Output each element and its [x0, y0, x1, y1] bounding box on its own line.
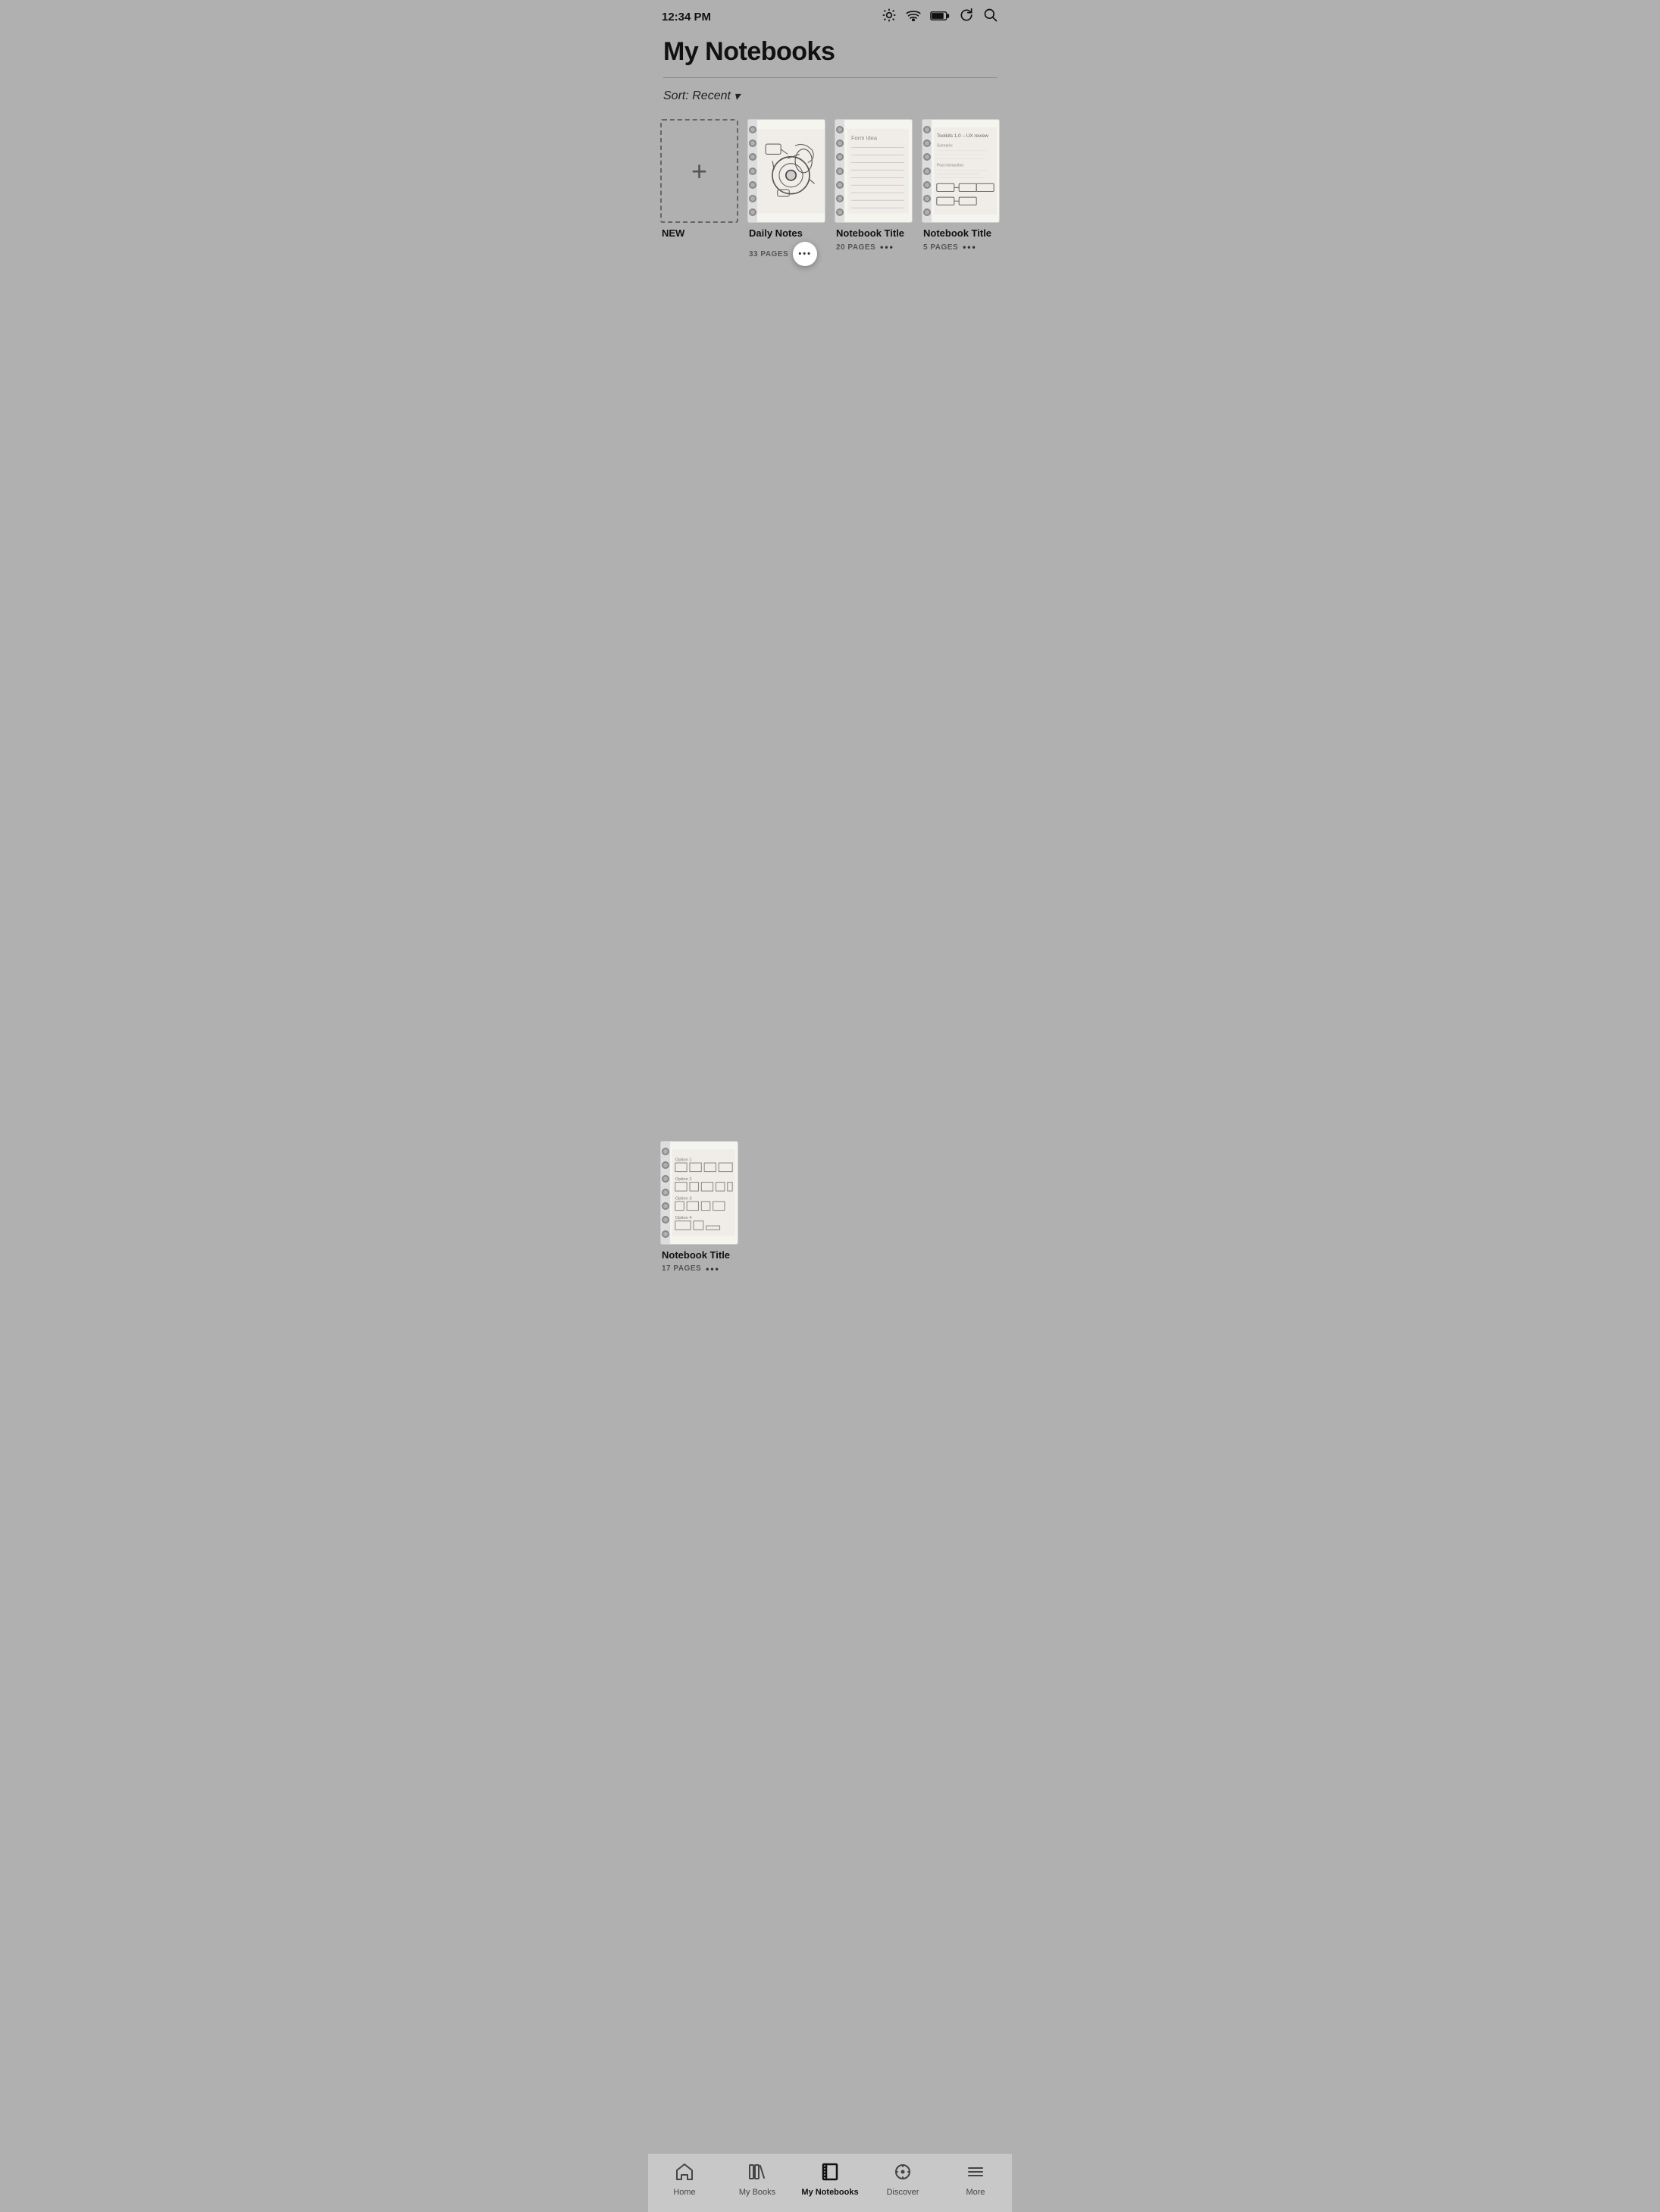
daily-notes-cover [747, 119, 825, 223]
sort-button[interactable]: Sort: Recent ▾ [663, 89, 740, 104]
nav-my-books-label: My Books [739, 2188, 775, 2197]
nav-discover[interactable]: Discover [866, 2160, 939, 2200]
notebook-2-pages: 20 PAGES [836, 243, 875, 252]
notebooks-icon [820, 2163, 840, 2185]
nav-my-books[interactable]: My Books [721, 2160, 794, 2200]
svg-text:Option 2: Option 2 [675, 1177, 692, 1182]
daily-notes-meta: 33 PAGES ••• [749, 242, 824, 266]
notebook-4-item[interactable]: Option 1 Option 2 Option 3 [660, 1141, 738, 2138]
daily-notes-name: Daily Notes [749, 227, 824, 240]
svg-text:Scenario:: Scenario: [937, 144, 954, 149]
notebook-3-info: Notebook Title 5 PAGES ••• [922, 227, 1000, 252]
sort-bar: Sort: Recent ▾ [648, 78, 1012, 111]
status-bar: 12:34 PM [648, 0, 1012, 31]
svg-text:Option 3: Option 3 [675, 1196, 692, 1201]
new-notebook-info: NEW [660, 227, 738, 240]
svg-text:Option 4: Option 4 [675, 1216, 692, 1220]
battery-icon [930, 9, 950, 25]
new-notebook-item[interactable]: + NEW [660, 119, 738, 1130]
search-icon[interactable] [983, 8, 998, 27]
status-icons [882, 8, 998, 27]
notebook-4-cover: Option 1 Option 2 Option 3 [660, 1141, 738, 1245]
daily-notes-info: Daily Notes 33 PAGES ••• [747, 227, 825, 266]
notebook-4-name: Notebook Title [662, 1249, 737, 1262]
sync-icon[interactable] [959, 8, 974, 27]
daily-notes-pages: 33 PAGES [749, 250, 788, 258]
nav-my-notebooks-label: My Notebooks [801, 2188, 858, 2197]
new-notebook-label: NEW [662, 227, 737, 240]
new-notebook-cover: + [660, 119, 738, 223]
wifi-icon [906, 9, 921, 25]
nav-home[interactable]: Home [648, 2160, 721, 2200]
home-icon [675, 2163, 694, 2185]
notebook-3-item[interactable]: Toolkits 1.0 – UX review Scenario: Post … [922, 119, 1000, 1130]
notebook-2-info: Notebook Title 20 PAGES ••• [835, 227, 913, 252]
svg-text:Option 1: Option 1 [675, 1158, 692, 1162]
svg-text:Toolkits 1.0 – UX review: Toolkits 1.0 – UX review [937, 133, 988, 139]
bottom-nav: Home My Books My Notebooks [648, 2153, 1012, 2212]
svg-text:Form Idea: Form Idea [851, 135, 878, 142]
nav-more[interactable]: More [939, 2160, 1012, 2200]
notebooks-grid: + NEW [648, 111, 1012, 2153]
nav-my-notebooks[interactable]: My Notebooks [794, 2160, 866, 2200]
sort-label: Sort: Recent [663, 89, 731, 103]
spiral-3 [922, 120, 932, 222]
spiral-binding [748, 120, 757, 222]
notebook-4-meta: 17 PAGES ••• [662, 1264, 737, 1274]
notebook-3-more-button[interactable]: ••• [963, 242, 977, 252]
nav-more-label: More [966, 2188, 985, 2197]
notebook-3-pages: 5 PAGES [923, 243, 958, 252]
notebook-3-meta: 5 PAGES ••• [923, 242, 998, 252]
books-icon [747, 2163, 767, 2185]
more-menu-icon [966, 2163, 985, 2185]
notebook-3-name: Notebook Title [923, 227, 998, 240]
daily-notes-more-button[interactable]: ••• [793, 242, 817, 266]
discover-icon [893, 2163, 913, 2185]
notebook-3-cover: Toolkits 1.0 – UX review Scenario: Post … [922, 119, 1000, 223]
sort-chevron: ▾ [734, 89, 740, 104]
nav-home-label: Home [673, 2188, 695, 2197]
spiral-2 [835, 120, 844, 222]
notebook-2-more-button[interactable]: ••• [880, 242, 894, 252]
status-time: 12:34 PM [662, 11, 711, 23]
svg-text:Post interaction:: Post interaction: [937, 163, 965, 168]
notebook-4-info: Notebook Title 17 PAGES ••• [660, 1249, 738, 1274]
notebook-4-more-button[interactable]: ••• [706, 1264, 720, 1274]
notebook-2-name: Notebook Title [836, 227, 911, 240]
new-plus-icon: + [691, 158, 707, 185]
notebook-2-item[interactable]: Form Idea Notebook Title 20 PAGES • [835, 119, 913, 1130]
notebook-4-pages: 17 PAGES [662, 1264, 701, 1273]
spiral-4 [661, 1142, 670, 1244]
page-header: My Notebooks [648, 31, 1012, 67]
daily-notes-item[interactable]: Daily Notes 33 PAGES ••• [747, 119, 825, 1130]
brightness-icon [882, 8, 897, 27]
page-title: My Notebooks [663, 37, 997, 67]
notebook-2-meta: 20 PAGES ••• [836, 242, 911, 252]
nav-discover-label: Discover [887, 2188, 919, 2197]
notebook-2-cover: Form Idea [835, 119, 913, 223]
